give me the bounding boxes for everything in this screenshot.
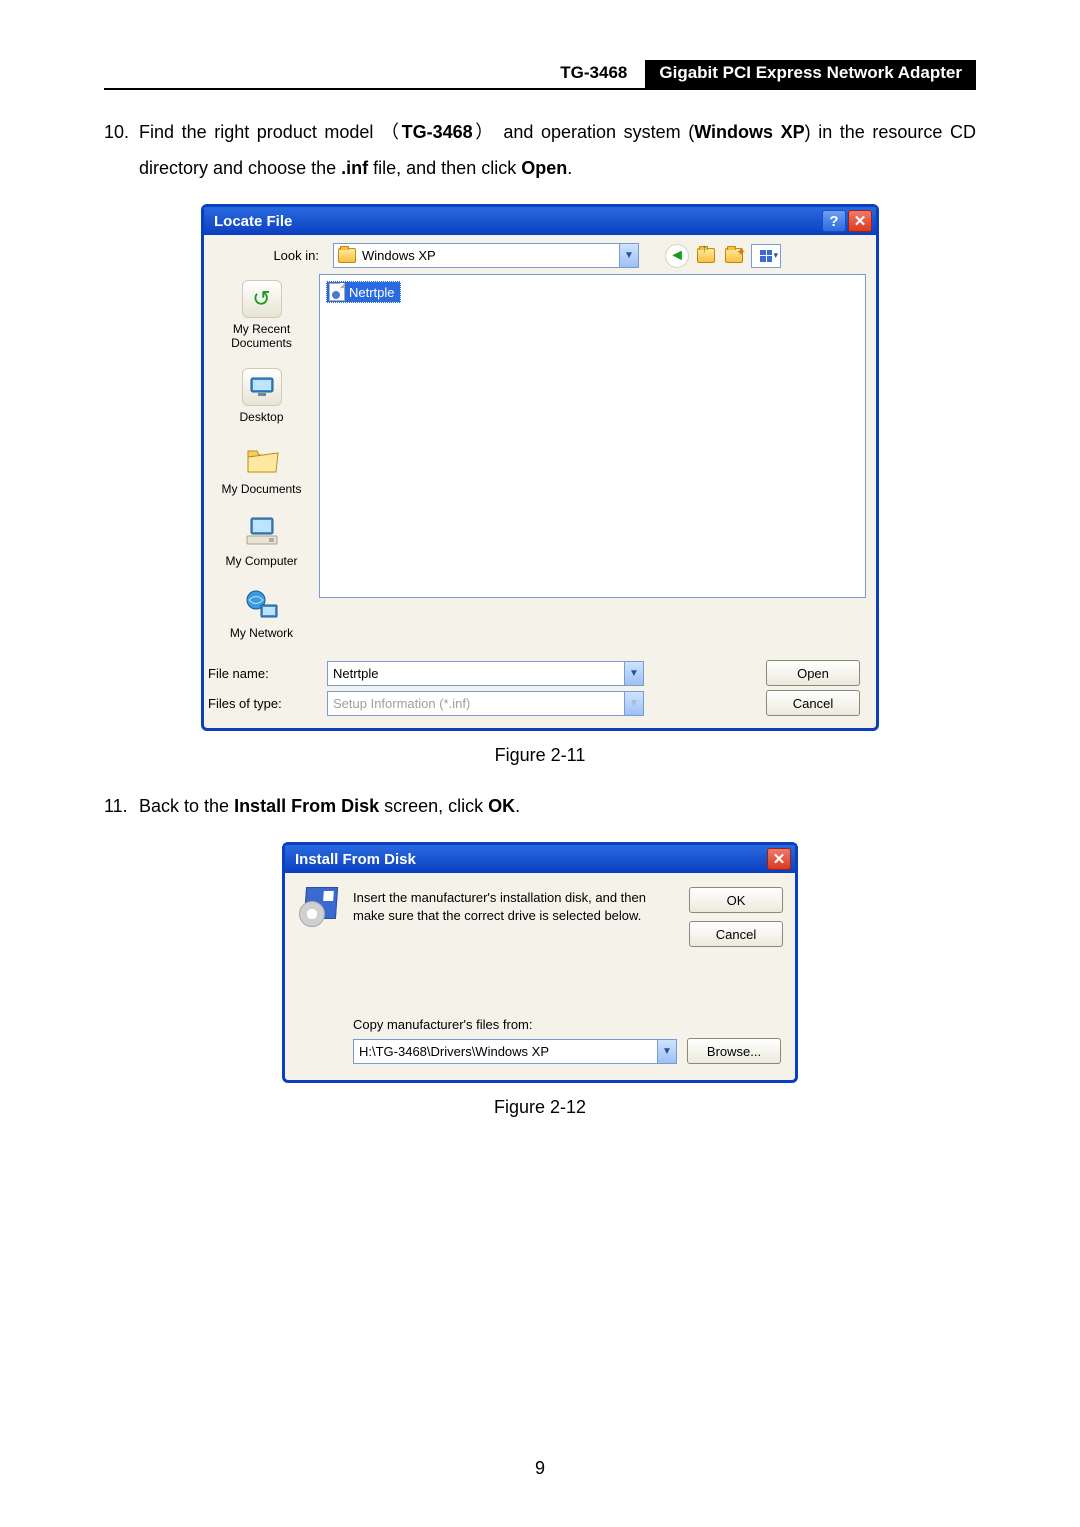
file-name-label: File name:	[204, 666, 319, 681]
help-button[interactable]: ?	[822, 210, 846, 232]
locate-title: Locate File	[214, 213, 292, 230]
recent-icon: ↺	[242, 280, 282, 318]
open-button[interactable]: Open	[766, 660, 860, 686]
new-folder-icon[interactable]: ✦	[723, 245, 745, 267]
file-list[interactable]: Netrtple	[319, 274, 866, 598]
inf-file-icon	[329, 283, 345, 301]
copy-from-path[interactable]: H:\TG-3468\Drivers\Windows XP ▼	[353, 1039, 677, 1064]
header-title: Gigabit PCI Express Network Adapter	[645, 60, 976, 88]
place-desktop[interactable]: Desktop	[239, 368, 283, 424]
up-one-level-icon[interactable]: ↑	[695, 245, 717, 267]
install-titlebar: Install From Disk ✕	[285, 845, 795, 873]
cancel-button[interactable]: Cancel	[689, 921, 783, 947]
step-11-number: 11.	[104, 788, 139, 824]
look-in-label: Look in:	[204, 248, 325, 263]
my-computer-icon	[243, 514, 281, 550]
install-instruction-text: Insert the manufacturer's installation d…	[353, 887, 675, 947]
ok-button[interactable]: OK	[689, 887, 783, 913]
header-model: TG-3468	[560, 60, 645, 88]
locate-titlebar: Locate File ? ✕	[204, 207, 876, 235]
chevron-down-icon[interactable]: ▼	[619, 244, 638, 267]
file-name-field[interactable]: Netrtple ▼	[327, 661, 644, 686]
chevron-down-icon[interactable]: ▼	[624, 662, 643, 685]
places-bar: ↺ My Recent Documents Desktop My Documen…	[204, 274, 319, 650]
step-11: 11. Back to the Install From Disk screen…	[104, 788, 976, 824]
place-computer[interactable]: My Computer	[225, 514, 297, 568]
install-from-disk-dialog: Install From Disk ✕ Insert the manufactu…	[282, 842, 798, 1083]
place-recent[interactable]: ↺ My Recent Documents	[217, 280, 307, 350]
view-menu-icon[interactable]	[751, 244, 781, 268]
browse-button[interactable]: Browse...	[687, 1038, 781, 1064]
desktop-icon	[242, 368, 282, 406]
step-10-text: Find the right product model （TG-3468） a…	[139, 114, 976, 186]
locate-file-dialog: Locate File ? ✕ Look in: Windows XP ▼ ◄ …	[201, 204, 879, 731]
page-header: TG-3468 Gigabit PCI Express Network Adap…	[104, 60, 976, 90]
chevron-down-icon[interactable]: ▼	[624, 692, 643, 715]
figure-2-11-caption: Figure 2-11	[104, 745, 976, 766]
step-11-text: Back to the Install From Disk screen, cl…	[139, 788, 976, 824]
step-10: 10. Find the right product model （TG-346…	[104, 114, 976, 186]
file-type-label: Files of type:	[204, 696, 319, 711]
figure-2-12-caption: Figure 2-12	[104, 1097, 976, 1118]
install-title: Install From Disk	[295, 851, 416, 868]
close-button[interactable]: ✕	[848, 210, 872, 232]
copy-from-label: Copy manufacturer's files from:	[353, 1017, 781, 1032]
chevron-down-icon[interactable]: ▼	[657, 1040, 676, 1063]
look-in-dropdown[interactable]: Windows XP ▼	[333, 243, 639, 268]
folder-icon	[338, 248, 356, 263]
back-icon[interactable]: ◄	[665, 244, 689, 268]
file-type-field[interactable]: Setup Information (*.inf) ▼	[327, 691, 644, 716]
look-in-value: Windows XP	[362, 248, 436, 263]
install-disk-icon	[299, 887, 339, 927]
page-number: 9	[0, 1458, 1080, 1479]
my-network-icon	[243, 586, 281, 622]
cancel-button[interactable]: Cancel	[766, 690, 860, 716]
close-button[interactable]: ✕	[767, 848, 791, 870]
my-documents-icon	[243, 442, 281, 478]
place-documents[interactable]: My Documents	[221, 442, 301, 496]
selected-file[interactable]: Netrtple	[326, 281, 401, 303]
step-10-number: 10.	[104, 114, 139, 186]
place-network[interactable]: My Network	[230, 586, 293, 640]
